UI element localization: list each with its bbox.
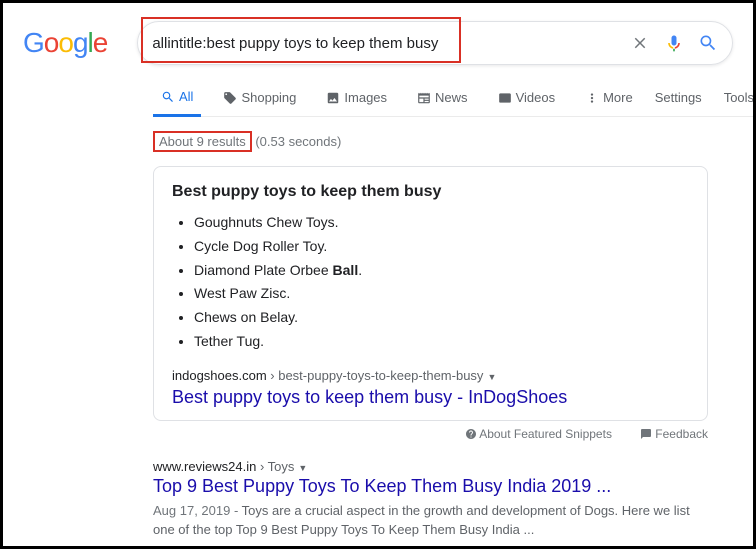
image-icon bbox=[326, 91, 340, 105]
featured-snippet: Best puppy toys to keep them busy Goughn… bbox=[153, 166, 708, 421]
search-tabs: All Shopping Images News Videos More Set… bbox=[153, 79, 753, 117]
result-title-link[interactable]: Top 9 Best Puppy Toys To Keep Them Busy … bbox=[153, 476, 708, 497]
result-count: About 9 results bbox=[153, 131, 252, 152]
result-time: (0.53 seconds) bbox=[252, 134, 342, 149]
tag-icon bbox=[223, 91, 237, 105]
chevron-down-icon[interactable]: ▼ bbox=[487, 372, 496, 382]
search-input[interactable] bbox=[152, 35, 616, 52]
search-small-icon bbox=[161, 90, 175, 104]
tab-all[interactable]: All bbox=[153, 79, 201, 117]
list-item: Cycle Dog Roller Toy. bbox=[194, 235, 689, 259]
google-logo[interactable]: Google bbox=[23, 27, 107, 59]
tab-news[interactable]: News bbox=[409, 80, 476, 115]
feedback-icon bbox=[640, 428, 652, 440]
play-icon bbox=[498, 91, 512, 105]
list-item: Tether Tug. bbox=[194, 330, 689, 354]
featured-title: Best puppy toys to keep them busy bbox=[172, 183, 689, 201]
featured-list: Goughnuts Chew Toys. Cycle Dog Roller To… bbox=[172, 211, 689, 354]
list-item: Goughnuts Chew Toys. bbox=[194, 211, 689, 235]
search-bar[interactable] bbox=[137, 21, 733, 65]
chevron-down-icon[interactable]: ▼ bbox=[298, 463, 307, 473]
settings-link[interactable]: Settings bbox=[655, 80, 702, 115]
tab-shopping[interactable]: Shopping bbox=[215, 80, 304, 115]
result-stats: About 9 results (0.53 seconds) bbox=[153, 131, 753, 152]
tab-images[interactable]: Images bbox=[318, 80, 395, 115]
featured-link[interactable]: Best puppy toys to keep them busy - InDo… bbox=[172, 387, 689, 408]
tab-more[interactable]: More bbox=[577, 80, 641, 115]
list-item: Chews on Belay. bbox=[194, 306, 689, 330]
list-item: Diamond Plate Orbee Ball. bbox=[194, 259, 689, 283]
result-cite: www.reviews24.in › Toys▼ bbox=[153, 459, 708, 474]
search-result: www.reviews24.in › Toys▼ Top 9 Best Pupp… bbox=[153, 459, 708, 540]
about-snippets-link[interactable]: About Featured Snippets bbox=[465, 427, 612, 441]
tab-videos[interactable]: Videos bbox=[490, 80, 564, 115]
more-icon bbox=[585, 91, 599, 105]
news-icon bbox=[417, 91, 431, 105]
clear-icon[interactable] bbox=[630, 33, 650, 53]
help-icon bbox=[465, 428, 477, 440]
voice-search-icon[interactable] bbox=[664, 33, 684, 53]
search-icon[interactable] bbox=[698, 33, 718, 53]
list-item: West Paw Zisc. bbox=[194, 282, 689, 306]
result-snippet: Aug 17, 2019 - Toys are a crucial aspect… bbox=[153, 501, 708, 540]
tools-link[interactable]: Tools bbox=[724, 80, 754, 115]
feedback-link[interactable]: Feedback bbox=[640, 427, 708, 441]
featured-cite: indogshoes.com › best-puppy-toys-to-keep… bbox=[172, 368, 689, 383]
